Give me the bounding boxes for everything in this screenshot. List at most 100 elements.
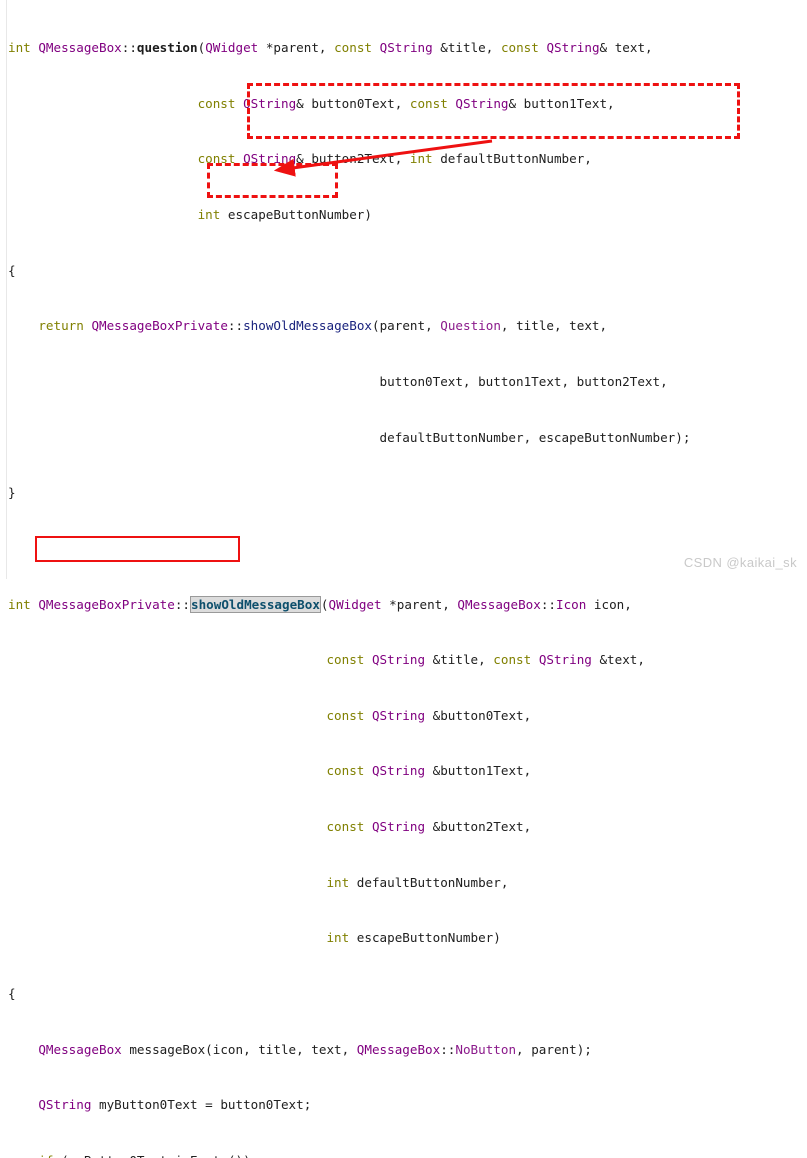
token-type: QString [371, 652, 426, 668]
token-scope-operator: :: [121, 40, 137, 56]
token-keyword: const [409, 95, 448, 111]
token-args: button0Text, button1Text, button2Text, [379, 373, 668, 389]
token-type: QString [371, 819, 426, 835]
screenshot-root: int QMessageBox::question(QWidget *paren… [0, 0, 807, 1158]
token-args: , parent); [516, 1041, 592, 1057]
code-line: defaultButtonNumber, escapeButtonNumber)… [8, 429, 803, 448]
token-keyword: int [197, 207, 221, 223]
token-keyword: return [38, 318, 84, 334]
editor-gutter-line [6, 0, 7, 579]
token-brace: } [8, 485, 16, 501]
code-line: if (myButton0Text.isEmpty()) [8, 1152, 803, 1158]
token-param: & button2Text, [296, 151, 410, 167]
token-keyword: int [409, 151, 433, 167]
code-line: int defaultButtonNumber, [8, 874, 803, 893]
token-keyword: int [8, 596, 31, 612]
token-param: & text, [599, 40, 653, 56]
code-line: const QString &title, const QString &tex… [8, 651, 803, 670]
code-line: QString myButton0Text = button0Text; [8, 1096, 803, 1115]
token-type: QString [38, 1097, 92, 1113]
token-type: QString [243, 151, 297, 167]
token-keyword: int [8, 40, 31, 56]
token-type: QString [455, 95, 509, 111]
token-param: & button1Text, [508, 95, 615, 111]
token-param: &title, [432, 40, 501, 56]
token-type: QMessageBox [38, 40, 122, 56]
token-param: escapeButtonNumber) [349, 930, 501, 946]
token-type: QString [546, 40, 600, 56]
token-condition: (myButton0Text.isEmpty()) [54, 1153, 251, 1158]
token-enum: Question [440, 318, 501, 334]
watermark-text: CSDN @kaikai_sk [683, 555, 797, 570]
code-line: const QString &button1Text, [8, 762, 803, 781]
token-keyword: const [197, 151, 236, 167]
token-keyword: int [326, 874, 350, 890]
token-type: QMessageBox [457, 596, 541, 612]
code-line: const QString &button0Text, [8, 707, 803, 726]
token-param: &button0Text, [425, 707, 532, 723]
token-keyword: int [326, 930, 350, 946]
token-args: , title, text, [500, 318, 608, 334]
code-line: { [8, 985, 803, 1004]
token-statement: myButton0Text = button0Text; [91, 1097, 312, 1113]
token-param: *parent, [381, 596, 458, 612]
token-type: QString [538, 652, 592, 668]
code-editor-content[interactable]: int QMessageBox::question(QWidget *paren… [8, 2, 803, 1158]
token-keyword: const [334, 40, 373, 56]
token-param: defaultButtonNumber, [432, 151, 592, 167]
token-scope-operator: :: [540, 596, 556, 612]
token-keyword: const [326, 763, 365, 779]
code-line: } [8, 484, 803, 503]
token-type: Icon [555, 596, 587, 612]
token-args: (parent, [372, 318, 441, 334]
token-type: QMessageBox [38, 1041, 122, 1057]
token-param: &title, [425, 652, 494, 668]
code-line: const QString &button2Text, [8, 818, 803, 837]
token-type: QString [371, 707, 426, 723]
token-param: defaultButtonNumber, [349, 874, 509, 890]
code-line: button0Text, button1Text, button2Text, [8, 373, 803, 392]
token-param: &button2Text, [425, 819, 532, 835]
token-scope-operator: :: [227, 318, 244, 334]
code-line: int escapeButtonNumber) [8, 929, 803, 948]
token-keyword: if [38, 1153, 53, 1158]
token-keyword: const [326, 819, 365, 835]
token-param: &text, [591, 652, 645, 668]
code-line: QMessageBox messageBox(icon, title, text… [8, 1041, 803, 1060]
code-line: int QMessageBox::question(QWidget *paren… [8, 39, 803, 58]
token-args: defaultButtonNumber, escapeButtonNumber)… [379, 429, 691, 445]
code-line: return QMessageBoxPrivate::showOldMessag… [8, 317, 803, 336]
token-brace: { [8, 262, 16, 278]
token-keyword: const [326, 707, 365, 723]
code-line: int escapeButtonNumber) [8, 206, 803, 225]
token-type: QMessageBox [356, 1041, 441, 1057]
token-enum: NoButton [455, 1041, 517, 1057]
code-line: { [8, 262, 803, 281]
token-keyword: const [500, 40, 539, 56]
occurrence-highlight-showoldmessagebox[interactable]: showOldMessageBox [190, 595, 321, 613]
token-type: QString [371, 763, 426, 779]
token-function-call: showOldMessageBox [243, 318, 372, 334]
code-line: const QString& button0Text, const QStrin… [8, 95, 803, 114]
